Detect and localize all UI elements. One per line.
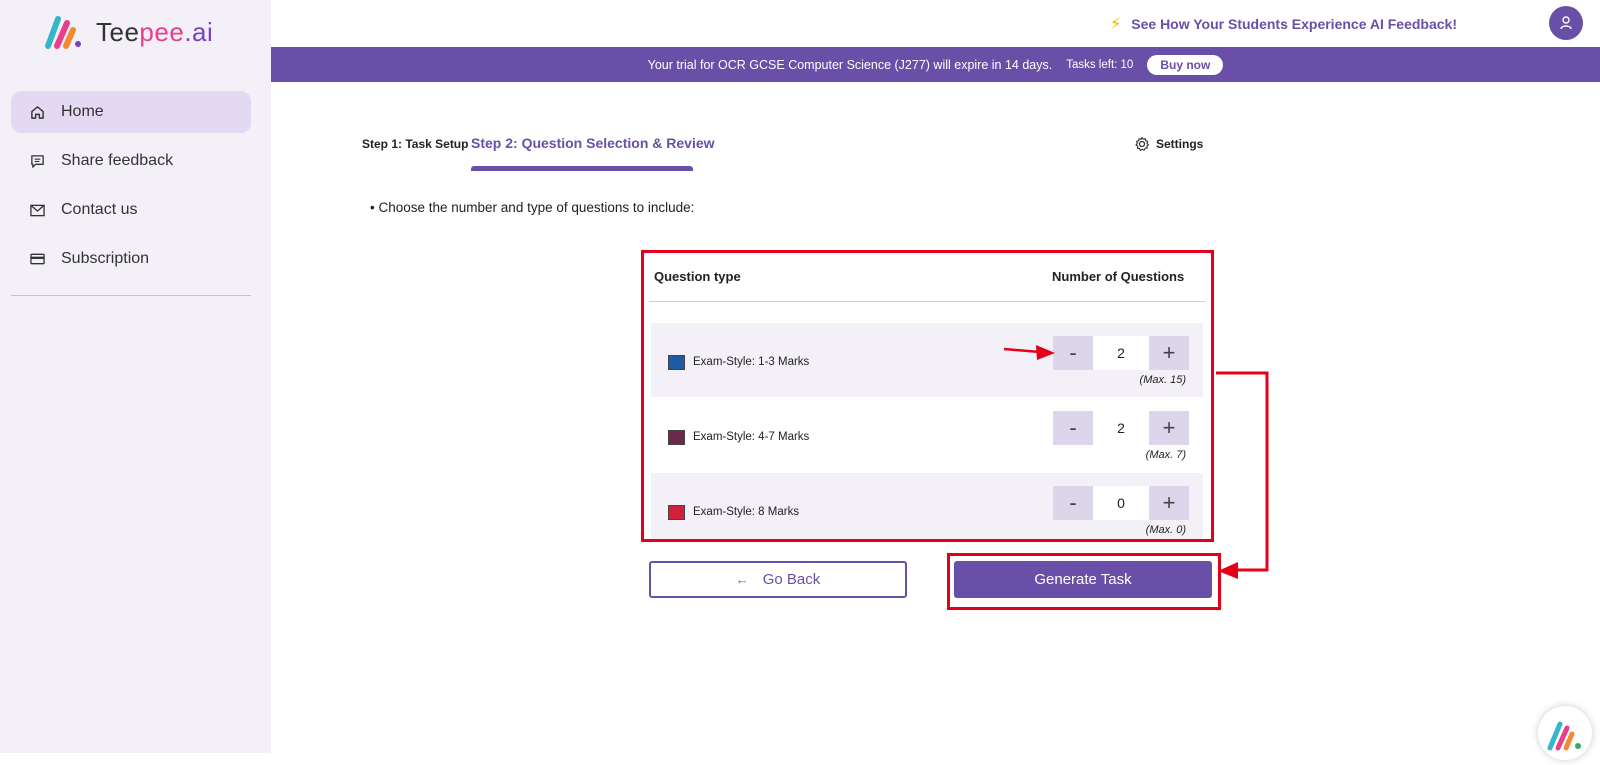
sidebar-item-label: Contact us <box>61 201 138 218</box>
promo-text: See How Your Students Experience AI Feed… <box>1131 16 1457 32</box>
tab-step-2[interactable]: Step 2: Question Selection & Review <box>471 135 715 151</box>
sidebar-item-label: Share feedback <box>61 152 174 169</box>
top-bar: ⚡ See How Your Students Experience AI Fe… <box>271 0 1600 47</box>
mail-icon <box>29 202 45 218</box>
trial-message: Your trial for OCR GCSE Computer Science… <box>647 57 1053 72</box>
instruction-text: • Choose the number and type of question… <box>370 200 695 215</box>
max-note: (Max. 15) <box>1139 374 1186 386</box>
generate-task-button[interactable]: Generate Task <box>954 561 1212 598</box>
header-divider <box>649 301 1205 302</box>
card-icon <box>29 251 45 267</box>
step-tabs: Step 1: Task Setup Step 2: Question Sele… <box>362 128 1203 172</box>
settings-label: Settings <box>1156 137 1204 151</box>
table-row: Exam-Style: 8 Marks - 0 + (Max. 0) <box>651 473 1203 539</box>
question-type-swatch <box>668 430 685 445</box>
lightning-icon: ⚡ <box>1110 16 1122 33</box>
home-icon <box>29 104 45 120</box>
sidebar-item-contact-us[interactable]: Contact us <box>11 189 251 231</box>
sidebar-divider <box>11 295 251 296</box>
increment-button[interactable]: + <box>1149 486 1189 520</box>
increment-button[interactable]: + <box>1149 411 1189 445</box>
tasks-left: Tasks left: 10 <box>1066 58 1134 71</box>
question-type-swatch <box>668 505 685 520</box>
sidebar-item-label: Home <box>61 103 104 120</box>
table-row: Exam-Style: 1-3 Marks - 2 + (Max. 15) <box>651 323 1203 397</box>
quantity-stepper: - 2 + <box>1053 411 1189 445</box>
sidebar-item-home[interactable]: Home <box>11 91 251 133</box>
teepee-logo[interactable]: Teepee.ai <box>44 14 213 50</box>
question-type-label: Exam-Style: 8 Marks <box>693 506 800 518</box>
sidebar-item-label: Subscription <box>61 250 150 267</box>
increment-button[interactable]: + <box>1149 336 1189 370</box>
max-note: (Max. 7) <box>1145 449 1186 461</box>
buy-now-button[interactable]: Buy now <box>1147 54 1224 75</box>
decrement-button[interactable]: - <box>1053 336 1093 370</box>
sidebar: Teepee.ai Home Share feedback Contact us… <box>0 0 271 753</box>
table-row: Exam-Style: 4-7 Marks - 2 + (Max. 7) <box>651 398 1203 472</box>
max-note: (Max. 0) <box>1145 524 1186 536</box>
column-header-number-of-questions: Number of Questions <box>1052 269 1185 284</box>
logo-text: Teepee.ai <box>96 16 214 47</box>
logo-mark-icon <box>45 16 81 49</box>
quantity-input[interactable]: 2 <box>1093 411 1149 445</box>
question-type-swatch <box>668 355 685 370</box>
question-table: Question type Number of Questions Exam-S… <box>641 250 1214 542</box>
column-header-question-type: Question type <box>654 269 741 284</box>
question-type-label: Exam-Style: 4-7 Marks <box>693 431 810 443</box>
quantity-input[interactable]: 2 <box>1093 336 1149 370</box>
table-header: Question type Number of Questions <box>644 253 1211 305</box>
avatar[interactable] <box>1549 6 1583 40</box>
decrement-button[interactable]: - <box>1053 411 1093 445</box>
go-back-button[interactable]: ← Go Back <box>649 561 907 598</box>
tab-step-1[interactable]: Step 1: Task Setup <box>362 137 468 151</box>
quantity-stepper: - 0 + <box>1053 486 1189 520</box>
active-tab-indicator <box>471 166 693 171</box>
quantity-stepper: - 2 + <box>1053 336 1189 370</box>
feedback-icon <box>29 153 45 169</box>
sidebar-item-subscription[interactable]: Subscription <box>11 238 251 280</box>
sidebar-nav: Home Share feedback Contact us Subscript… <box>11 91 251 287</box>
quantity-input[interactable]: 0 <box>1093 486 1149 520</box>
question-type-label: Exam-Style: 1-3 Marks <box>693 356 810 368</box>
go-back-label: Go Back <box>762 571 821 588</box>
decrement-button[interactable]: - <box>1053 486 1093 520</box>
ai-feedback-promo-link[interactable]: ⚡ See How Your Students Experience AI Fe… <box>1110 14 1457 34</box>
teepee-logo-icon <box>1547 721 1581 751</box>
user-icon <box>1560 16 1572 30</box>
sidebar-item-share-feedback[interactable]: Share feedback <box>11 140 251 182</box>
trial-banner: Your trial for OCR GCSE Computer Science… <box>271 47 1600 82</box>
arrow-left-icon: ← <box>735 572 749 587</box>
chat-widget-button[interactable] <box>1538 706 1592 760</box>
settings-button[interactable]: Settings <box>1134 136 1203 152</box>
gear-icon <box>1134 136 1150 152</box>
